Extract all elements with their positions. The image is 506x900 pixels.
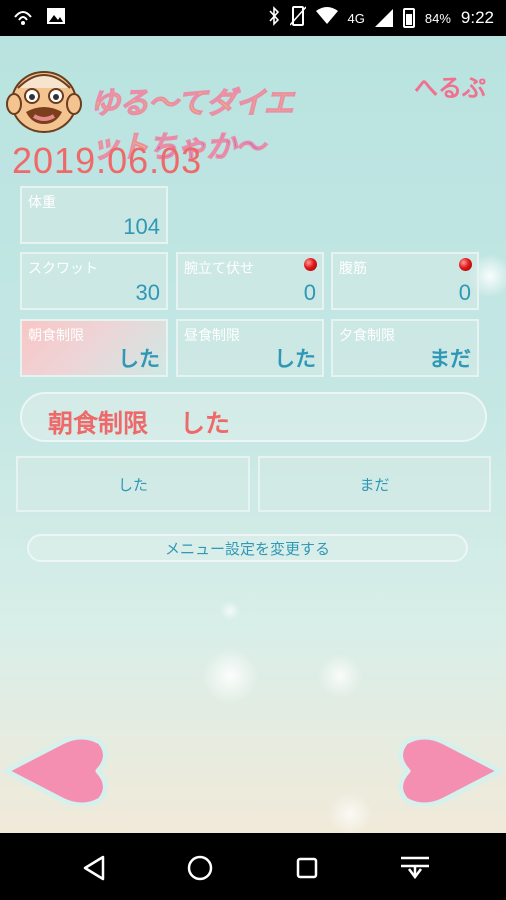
situp-label: 腹筋 bbox=[339, 261, 367, 277]
pushup-label: 腕立て伏せ bbox=[184, 261, 254, 277]
help-button[interactable]: へるぷ bbox=[414, 68, 486, 103]
keyboard-hide-icon[interactable] bbox=[395, 848, 435, 888]
clock: 9:22 bbox=[460, 8, 494, 27]
pushup-card[interactable]: 腕立て伏せ 0 bbox=[176, 252, 324, 310]
change-menu-settings-button[interactable]: メニュー設定を変更する bbox=[27, 534, 468, 562]
done-button[interactable]: した bbox=[16, 456, 250, 512]
previous-day-heart-icon[interactable] bbox=[2, 736, 110, 806]
dinner-label: 夕食制限 bbox=[339, 328, 395, 344]
alert-dot-icon bbox=[304, 258, 317, 271]
squat-label: スクワット bbox=[28, 261, 98, 277]
squat-value: 30 bbox=[135, 280, 160, 305]
weight-value: 104 bbox=[123, 214, 160, 239]
app-logo: ゆる～てダイエットちゃか～ bbox=[4, 66, 304, 166]
situp-value: 0 bbox=[458, 280, 471, 305]
system-nav-bar bbox=[0, 833, 506, 900]
network-type: 4G bbox=[347, 10, 365, 26]
wifi-icon bbox=[315, 6, 338, 30]
lunch-card[interactable]: 昼食制限 した bbox=[176, 319, 324, 377]
weight-card[interactable]: 体重 104 bbox=[20, 186, 168, 244]
mascot-face-icon bbox=[6, 71, 82, 133]
breakfast-label: 朝食制限 bbox=[28, 328, 84, 344]
battery-icon bbox=[402, 8, 415, 28]
date-display: 2019.06.03 bbox=[12, 140, 203, 181]
situp-card[interactable]: 腹筋 0 bbox=[331, 252, 479, 310]
weight-label: 体重 bbox=[28, 195, 56, 211]
squat-card[interactable]: スクワット 30 bbox=[20, 252, 168, 310]
home-icon[interactable] bbox=[180, 848, 220, 888]
bluetooth-icon bbox=[268, 5, 280, 31]
status-bar: 4G 84% 9:22 bbox=[0, 0, 506, 36]
next-day-heart-icon[interactable] bbox=[396, 736, 504, 806]
lunch-label: 昼食制限 bbox=[184, 328, 240, 344]
selected-item-label: 朝食制限 bbox=[48, 409, 149, 438]
breakfast-value: した bbox=[118, 348, 160, 371]
app-screen: ゆる～てダイエットちゃか～ へるぷ 2019.06.03 体重 104 スクワッ… bbox=[0, 36, 506, 833]
dinner-value: まだ bbox=[429, 348, 471, 371]
alert-dot-icon bbox=[459, 258, 472, 271]
not-yet-button[interactable]: まだ bbox=[258, 456, 491, 512]
signal-icon bbox=[374, 9, 393, 27]
back-icon[interactable] bbox=[74, 848, 114, 888]
recents-icon[interactable] bbox=[287, 848, 327, 888]
selected-item-display: 朝食制限 した bbox=[20, 392, 487, 442]
dinner-card[interactable]: 夕食制限 まだ bbox=[331, 319, 479, 377]
selected-item-status: した bbox=[180, 409, 231, 438]
lunch-value: した bbox=[274, 348, 316, 371]
battery-percent: 84% bbox=[424, 10, 451, 26]
pushup-value: 0 bbox=[303, 280, 316, 305]
wifi-calling-icon bbox=[12, 5, 34, 32]
breakfast-card[interactable]: 朝食制限 した bbox=[20, 319, 168, 377]
vibrate-icon bbox=[288, 5, 307, 32]
image-icon bbox=[46, 6, 66, 31]
